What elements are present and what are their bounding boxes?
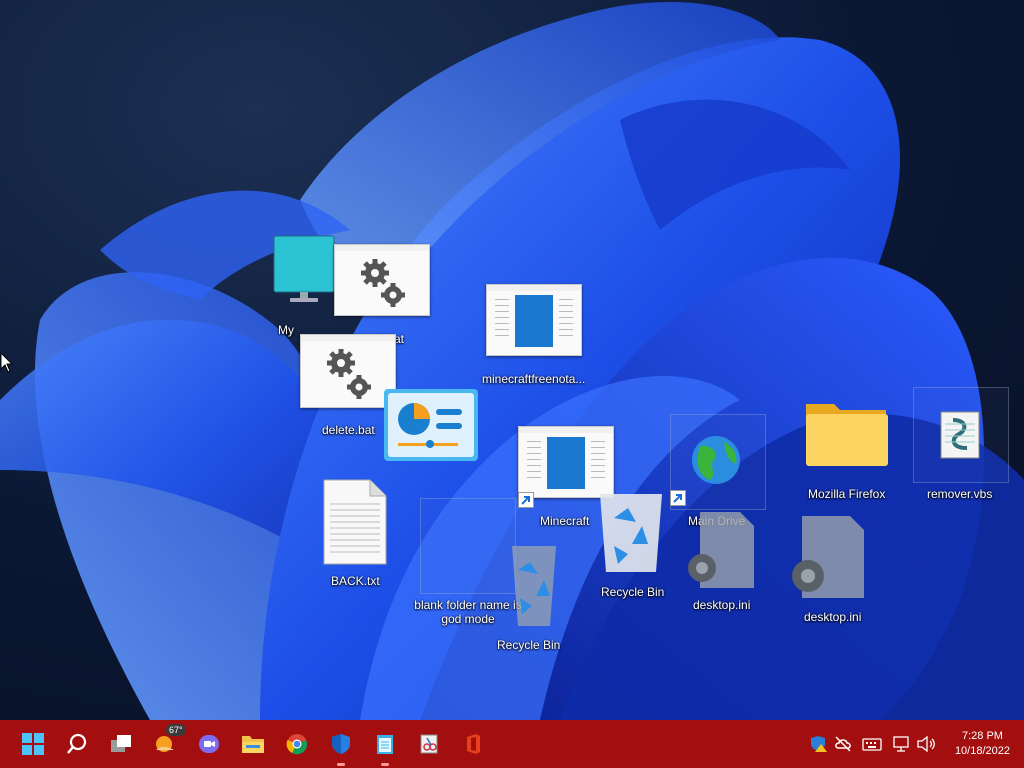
clock-time: 7:28 PM [961, 730, 1003, 742]
chrome-button[interactable] [280, 728, 314, 760]
search-icon [67, 733, 87, 754]
onedrive-tray-button[interactable] [834, 733, 852, 755]
minecraft-label: Minecraft [540, 514, 590, 528]
search-button[interactable] [60, 728, 94, 760]
clock-date: 10/18/2022 [954, 745, 1010, 757]
file-explorer-button[interactable] [236, 728, 270, 760]
security-warning-tray-button[interactable] [810, 733, 828, 755]
notepad-button[interactable] [368, 728, 402, 766]
touch-keyboard-tray-button[interactable] [862, 733, 882, 755]
snipping-tool-icon [420, 734, 438, 754]
this-pc-icon[interactable]: My [270, 234, 340, 337]
network-icon [893, 736, 909, 752]
settings-window-thumbnail [334, 244, 430, 316]
office-icon [467, 734, 480, 754]
recycle-bin-graphic-icon [600, 494, 662, 572]
shield-icon [332, 734, 350, 754]
delete-bat-label: delete.bat [322, 423, 375, 437]
mouse-cursor [0, 352, 14, 373]
config-file-icon [688, 512, 754, 588]
speaker-icon [917, 735, 935, 753]
desktop-ini-label: desktop.ini [804, 610, 862, 624]
recycle-bin-graphic-icon [512, 546, 556, 626]
delete-bat-icon[interactable]: delete.bat [300, 334, 396, 438]
this-pc-label: My [278, 323, 294, 337]
remover-vbs-icon[interactable]: remover.vbs [913, 406, 1007, 502]
back-txt-label: BACK.txt [331, 574, 380, 588]
folder-icon [806, 404, 888, 466]
config-file-icon [792, 516, 864, 598]
video-chat-icon [199, 735, 219, 753]
windows-security-button[interactable] [324, 728, 358, 766]
keyboard-icon [862, 738, 882, 751]
document-window-thumbnail [518, 426, 614, 498]
bat-file-icon[interactable]: at [334, 244, 430, 346]
back-txt-icon[interactable]: BACK.txt [318, 478, 392, 588]
chrome-icon [286, 734, 307, 755]
task-view-button[interactable] [104, 728, 138, 760]
minecraft-free-icon[interactable]: minecraftfreenota... [482, 284, 596, 388]
desktop-ini-label: desktop.ini [693, 598, 751, 612]
gear-icon [361, 259, 405, 307]
mozilla-firefox-folder-icon[interactable]: Mozilla Firefox [800, 398, 894, 502]
weather-temperature: 67° [166, 724, 186, 736]
chat-button[interactable] [192, 728, 226, 760]
document-window-thumbnail [486, 284, 582, 356]
control-panel-icon[interactable] [384, 389, 478, 461]
office-button[interactable] [456, 728, 490, 760]
desktop-ini-icon[interactable]: desktop.ini [786, 514, 880, 626]
notepad-icon [377, 735, 393, 754]
gear-icon [327, 349, 371, 399]
security-warning-icon [811, 736, 827, 752]
script-file-icon [940, 411, 980, 459]
weather-widget-button[interactable]: 67° [148, 724, 186, 760]
taskbar: 67° 7:28 PM 10/18/2022 [0, 720, 1024, 768]
task-view-icon [111, 735, 131, 752]
globe-icon [692, 436, 740, 484]
recycle-bin-label: Recycle Bin [601, 585, 665, 599]
start-button[interactable] [16, 728, 50, 760]
recycle-bin-icon[interactable]: Recycle Bin [494, 540, 564, 652]
folder-icon [242, 736, 264, 753]
remover-vbs-label: remover.vbs [927, 487, 993, 501]
mozilla-firefox-label: Mozilla Firefox [808, 487, 886, 501]
windows-logo-icon [22, 733, 44, 755]
cloud-off-icon [835, 736, 851, 752]
shortcut-arrow-icon [670, 490, 686, 506]
volume-tray-button[interactable] [916, 733, 938, 755]
recycle-bin-icon[interactable]: Recycle Bin [596, 490, 666, 600]
clock-button[interactable]: 7:28 PM 10/18/2022 [955, 729, 1010, 759]
shortcut-arrow-icon [518, 492, 534, 508]
text-file-icon [323, 479, 387, 565]
network-tray-button[interactable] [892, 733, 912, 755]
settings-window-thumbnail [300, 334, 396, 408]
running-indicator [337, 763, 345, 766]
dashboard-icon [384, 389, 478, 461]
monitor-icon [273, 235, 335, 302]
recycle-bin-label: Recycle Bin [497, 638, 561, 652]
running-indicator [381, 763, 389, 766]
snipping-tool-button[interactable] [412, 728, 446, 760]
minecraft-free-label: minecraftfreenota... [482, 372, 586, 386]
desktop-ini-icon[interactable]: desktop.ini [678, 510, 768, 612]
